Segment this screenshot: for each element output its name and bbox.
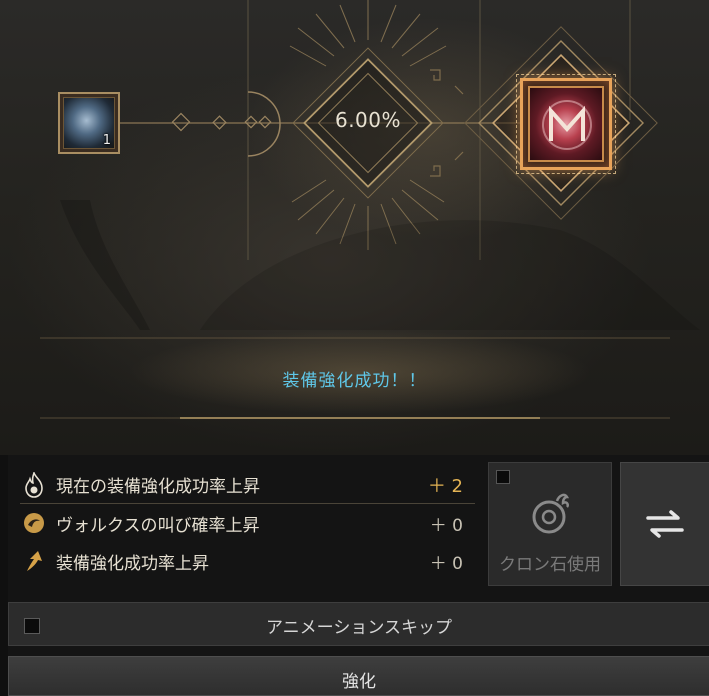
animation-skip-toggle[interactable]: アニメーションスキップ (8, 602, 709, 646)
panel-edge (0, 455, 8, 696)
swap-button[interactable] (620, 462, 709, 586)
material-count: 1 (102, 133, 111, 148)
valks-cry-icon (20, 509, 48, 537)
black-stone-icon: 1 (63, 97, 115, 149)
result-item-slot[interactable] (516, 74, 616, 174)
swap-arrows-icon (646, 510, 684, 538)
enhancement-stats-panel: 現在の装備強化成功率上昇 ＋ 2 ヴォルクスの叫び確率上昇 ＋ 0 装備強化成功… (20, 466, 475, 580)
enhance-button[interactable]: 強化 (8, 656, 709, 696)
stat-label: 装備強化成功率上昇 (56, 553, 209, 574)
flame-icon (20, 471, 48, 499)
material-slot[interactable]: 1 (58, 92, 120, 154)
stat-value: ＋ 0 (429, 553, 463, 574)
cron-stone-icon (532, 493, 570, 534)
enhanced-equipment-icon (528, 86, 604, 162)
success-message: 装備強化成功！！ (282, 371, 427, 391)
enhance-button-label: 強化 (342, 672, 376, 692)
stat-row-enhance-rate: 装備強化成功率上昇 ＋ 0 (20, 542, 475, 580)
stat-value: ＋ 0 (429, 515, 463, 536)
stat-label: ヴォルクスの叫び確率上昇 (56, 515, 260, 536)
stat-value: ＋ 2 (427, 475, 463, 497)
stat-row-valks-cry: ヴォルクスの叫び確率上昇 ＋ 0 (20, 504, 475, 542)
enhancement-stage: 6.00% 1 装備強化成功！！ (0, 0, 709, 455)
up-arrow-icon (20, 547, 48, 575)
animation-skip-label: アニメーションスキップ (266, 618, 452, 638)
cron-stone-label: クロン石使用 (499, 555, 601, 575)
stat-row-current-rate: 現在の装備強化成功率上昇 ＋ 2 (20, 466, 475, 504)
stat-label: 現在の装備強化成功率上昇 (56, 477, 260, 497)
success-rate-display: 6.00% (334, 108, 402, 132)
cron-stone-checkbox[interactable] (496, 470, 510, 484)
cron-stone-button[interactable]: クロン石使用 (488, 462, 612, 586)
equipment-emblem-icon (542, 100, 592, 150)
